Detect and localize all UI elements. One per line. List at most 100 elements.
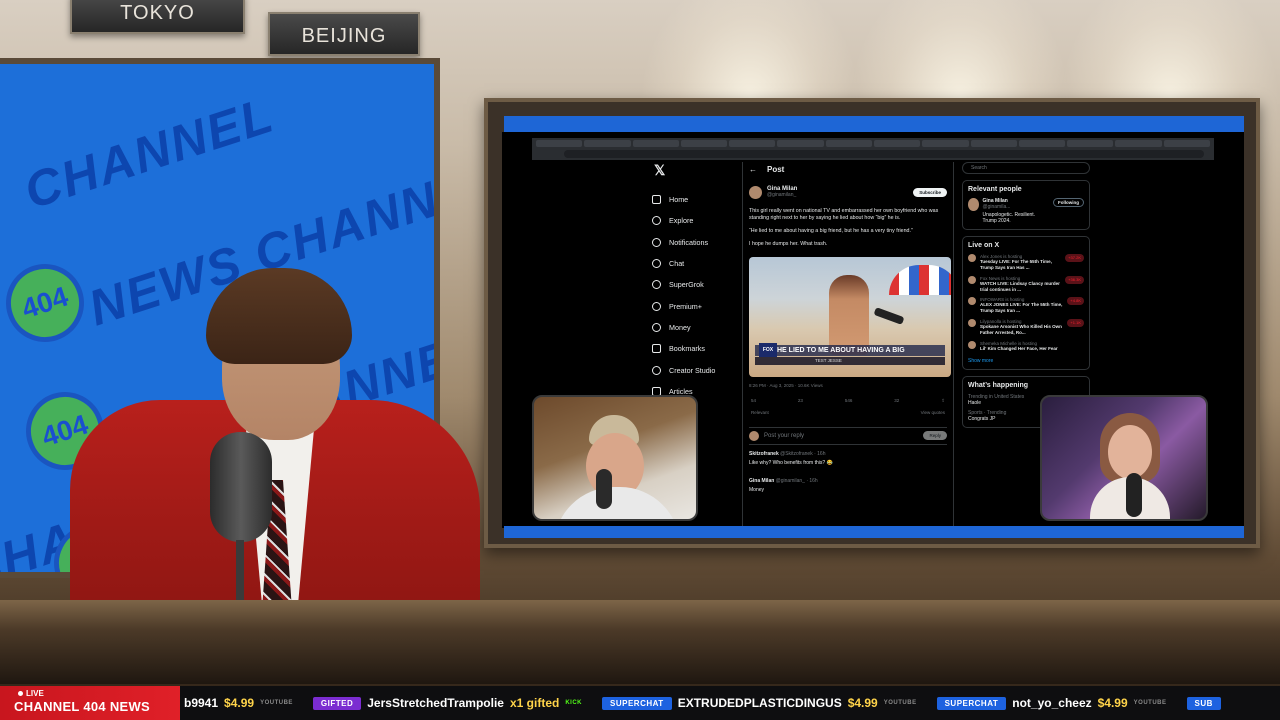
ticker-badge: GIFTED — [312, 696, 362, 710]
anchor-microphone — [210, 432, 272, 542]
browser-tab[interactable] — [1067, 140, 1114, 147]
browser-tab[interactable] — [680, 140, 728, 147]
post-video[interactable]: HE LIED TO ME ABOUT HAVING A BIG TEST JE… — [749, 256, 951, 377]
ticker-item: SUPERCHAT EXTRUDEDPLASTICDINGUS $4.99 YOUTU… — [602, 696, 917, 710]
avatar — [968, 198, 979, 211]
browser-tab[interactable] — [970, 140, 1017, 147]
bookmark-icon — [652, 344, 661, 354]
card-title: Relevant people — [968, 186, 1022, 193]
wall-text: CHANNEL — [17, 86, 281, 220]
ticker-badge: SUPERCHAT — [936, 696, 1007, 710]
back-arrow-icon[interactable]: ← — [749, 165, 757, 174]
following-button[interactable]: Following — [1053, 198, 1084, 207]
premium-icon — [652, 301, 661, 311]
bell-icon — [652, 237, 661, 247]
money-icon — [652, 322, 661, 332]
browser-tab[interactable] — [536, 140, 583, 147]
reporter-mic — [873, 306, 905, 325]
guest-body — [554, 487, 680, 519]
post-text: I hope he dumps her. What trash. — [749, 241, 828, 248]
ticker-item: SUPERCHAT not_yo_cheez $4.99 YOUTUBE — [936, 696, 1167, 710]
grok-icon — [652, 280, 661, 290]
channel-name: CHANNEL 404 NEWS — [14, 699, 151, 714]
bookmark-count[interactable]: 32 — [894, 398, 899, 404]
like-count[interactable]: 546 — [845, 398, 853, 404]
monitor-bezel — [504, 116, 1244, 132]
clock-label-beijing: BEIJING — [268, 12, 420, 56]
ticker-amount: $4.99 — [847, 696, 878, 710]
post-column: ← Post Gina Milan @ginamilan_ Subscribe … — [742, 162, 954, 528]
browser-tab[interactable] — [584, 140, 631, 147]
card-title: Live on X — [968, 242, 1000, 249]
reply-button[interactable]: Reply — [923, 431, 947, 441]
relevant-people-card: Relevant people Gina Milan @ginamila... … — [962, 180, 1090, 230]
avatar — [968, 297, 976, 306]
browser-tab[interactable] — [777, 140, 824, 147]
chat-icon — [652, 259, 661, 269]
browser-tab[interactable] — [873, 140, 921, 147]
reply-count[interactable]: 54 — [751, 398, 756, 404]
clock-label-tokyo: TOKYO — [70, 0, 245, 34]
avatar[interactable] — [749, 185, 762, 199]
relevant-person[interactable]: Gina Milan @ginamila... Unapologetic. Re… — [968, 198, 1084, 224]
show-more-link[interactable]: Show more — [968, 358, 1084, 364]
live-list: Alex Jones is hosting Tuesday LIVE: For T… — [968, 254, 1084, 352]
search-input[interactable]: Search — [962, 162, 1090, 174]
search-icon — [652, 216, 661, 226]
news-desk — [0, 600, 1280, 684]
ticker-badge: SUB — [1186, 696, 1221, 710]
live-on-x-card: Live on X Alex Jones is hosting Tuesday L… — [962, 236, 1090, 370]
ticker-source: YOUTUBE — [260, 700, 293, 706]
relevant-sort[interactable]: Relevant — [751, 410, 769, 415]
video-caption: HE LIED TO ME ABOUT HAVING A BIG — [755, 344, 945, 356]
ticker-source: YOUTUBE — [1133, 700, 1167, 706]
live-item[interactable]: Lilypanolla is hosting Spokane Arsonist W… — [968, 319, 1084, 336]
post-header-title: Post — [767, 164, 785, 174]
subscribe-button[interactable]: Subscribe — [913, 187, 947, 197]
live-item[interactable]: Shemeka Michelle is hosting Lil' Kim Chan… — [968, 340, 1084, 352]
share-icon[interactable]: ⇪ — [941, 398, 945, 404]
post-sort-row: Relevant View quotes — [749, 410, 947, 415]
news-logo: FOX — [759, 342, 777, 357]
browser-tab[interactable] — [825, 140, 872, 147]
post-actions: 54 23 546 32 ⇪ — [749, 398, 947, 404]
live-item[interactable]: Alex Jones is hosting Tuesday LIVE: For T… — [968, 254, 1084, 271]
browser-tab[interactable] — [1018, 140, 1066, 147]
post-text: This girl really went on national TV and… — [749, 208, 939, 222]
live-item[interactable]: Fox News is hosting WATCH LIVE: Lindsay C… — [968, 275, 1084, 293]
repost-count[interactable]: 23 — [798, 398, 803, 404]
ticker-item: GIFTED JersStretchedTrampolie x1 gifted KIC… — [312, 696, 582, 710]
browser-tab[interactable] — [1115, 140, 1162, 147]
address-bar[interactable] — [564, 150, 1204, 158]
ticker-amount: $4.99 — [1097, 696, 1128, 710]
creator-studio-icon — [652, 365, 661, 375]
webcam-inset-guest-1 — [532, 395, 698, 521]
reply-item[interactable]: Skitzofranek @Skitzofranek · 16h Like wh… — [749, 451, 947, 466]
listener-count: +4.8K — [1067, 297, 1084, 306]
author-handle: @ginamilan_ — [767, 192, 797, 198]
channel-brand: LIVE CHANNEL 404 NEWS — [0, 686, 180, 720]
avatar — [968, 319, 976, 328]
browser-tab[interactable] — [1163, 140, 1210, 147]
browser-tab[interactable] — [922, 140, 969, 147]
reply-item[interactable]: Gina Milan @ginamilan_ · 16h Money — [749, 478, 947, 493]
browser-tab[interactable] — [729, 140, 776, 147]
guest-mic — [596, 469, 612, 509]
live-item[interactable]: INFOWARS is hosting ALEX JONES LIVE: For … — [968, 297, 1084, 314]
view-quotes-link[interactable]: View quotes — [921, 410, 945, 415]
avatar — [968, 275, 976, 284]
browser-tabs — [532, 138, 1214, 148]
reply-input[interactable]: Post your reply — [764, 433, 804, 439]
ticker-badge: SUPERCHAT — [602, 696, 672, 710]
browser-tab[interactable] — [632, 140, 679, 147]
donation-ticker: LIVE CHANNEL 404 NEWS b9941 $4.99 YOUTUBE G… — [0, 686, 1280, 720]
ticker-items: b9941 $4.99 YOUTUBE GIFTED JersStretchedTram… — [180, 696, 1280, 710]
ticker-source: YOUTUBE — [883, 700, 917, 706]
reply-composer: Post your reply Reply — [749, 426, 947, 445]
stream-scene: TOKYO BEIJING CHANNEL NEWS CHANNEL NEWS … — [0, 0, 1280, 720]
beach-umbrella — [889, 264, 951, 295]
webcam-inset-guest-2 — [1040, 395, 1208, 521]
avatar — [968, 340, 976, 349]
ticker-item: b9941 $4.99 YOUTUBE — [184, 696, 293, 710]
right-sidebar: Search Relevant people Gina Milan @ginam… — [962, 162, 1090, 428]
